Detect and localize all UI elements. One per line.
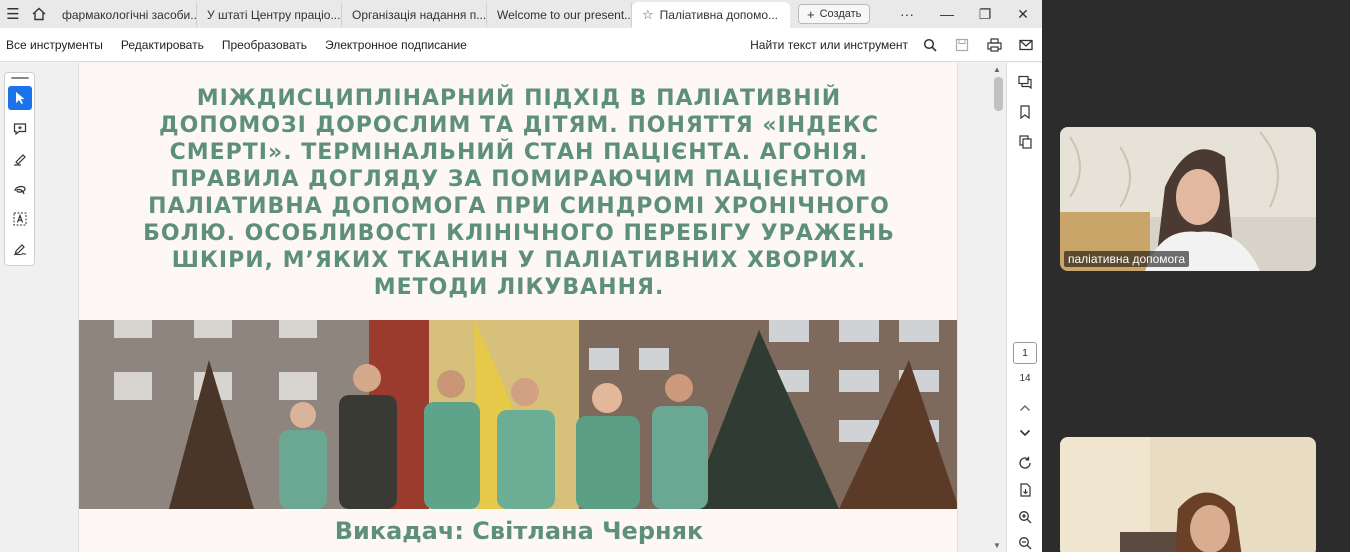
menu-icon[interactable]: ☰ bbox=[0, 0, 26, 28]
chevron-up-icon[interactable] bbox=[1015, 398, 1035, 418]
vertical-scrollbar[interactable]: ▲ ▼ bbox=[990, 63, 1006, 552]
minimize-icon[interactable]: — bbox=[928, 0, 966, 28]
title-line: МІЖДИСЦИПЛІНАРНИЙ ПІДХІД В ПАЛІАТИВНІЙ bbox=[196, 86, 842, 111]
title-line: БОЛЮ. ОСОБЛИВОСТІ КЛІНІЧНОГО ПЕРЕБІГУ УР… bbox=[143, 221, 895, 246]
zoom-in-icon[interactable] bbox=[1015, 507, 1035, 527]
bookmark-icon[interactable] bbox=[1015, 102, 1035, 122]
zoom-out-icon[interactable] bbox=[1015, 533, 1035, 552]
tab-label: Welcome to our present... bbox=[497, 8, 632, 22]
print-icon[interactable] bbox=[978, 28, 1010, 62]
tab-label: Паліативна допомо... bbox=[659, 8, 779, 22]
copy-pages-icon[interactable] bbox=[1015, 132, 1035, 152]
tab-bar: ☰ фармакологічні засоби... У штаті Центр… bbox=[0, 0, 1042, 28]
quick-tools-strip bbox=[4, 72, 35, 266]
comment-icon[interactable] bbox=[8, 117, 32, 141]
scroll-thumb[interactable] bbox=[994, 77, 1003, 111]
pdf-page: МІЖДИСЦИПЛІНАРНИЙ ПІДХІД В ПАЛІАТИВНІЙ Д… bbox=[78, 63, 958, 552]
lecturer-name: Викадач: Світлана Черняк bbox=[334, 517, 704, 545]
new-tab-button[interactable]: + Создать bbox=[798, 4, 871, 24]
restore-icon[interactable]: ❐ bbox=[966, 0, 1004, 28]
menu-all-tools[interactable]: Все инструменты bbox=[6, 38, 103, 52]
participant-video-1[interactable]: паліативна допомога bbox=[1060, 127, 1316, 271]
document-title: МІЖДИСЦИПЛІНАРНИЙ ПІДХІД В ПАЛІАТИВНІЙ Д… bbox=[99, 85, 939, 301]
refresh-icon[interactable] bbox=[1015, 453, 1035, 473]
page-save-icon[interactable] bbox=[1015, 480, 1035, 500]
home-icon[interactable] bbox=[26, 0, 52, 28]
more-icon[interactable]: ··· bbox=[888, 0, 926, 28]
select-cursor-icon[interactable] bbox=[8, 86, 32, 110]
find-tool-button[interactable]: Найти текст или инструмент bbox=[750, 38, 908, 52]
text-box-icon[interactable] bbox=[8, 207, 32, 231]
total-pages: 14 bbox=[1019, 373, 1031, 384]
title-line: ШКІРИ, М’ЯКИХ ТКАНИН У ПАЛІАТИВНИХ ХВОРИ… bbox=[171, 248, 867, 273]
browser-window: ☰ фармакологічні засоби... У штаті Центр… bbox=[0, 0, 1042, 552]
sign-icon[interactable] bbox=[8, 237, 32, 261]
chevron-down-icon[interactable] bbox=[1015, 423, 1035, 443]
mail-icon[interactable] bbox=[1010, 28, 1042, 62]
current-page-input[interactable]: 1 bbox=[1013, 342, 1037, 364]
highlight-pen-icon[interactable] bbox=[8, 147, 32, 171]
menu-convert[interactable]: Преобразовать bbox=[222, 38, 307, 52]
freehand-draw-icon[interactable] bbox=[8, 177, 32, 201]
menu-e-sign[interactable]: Электронное подписание bbox=[325, 38, 467, 52]
plus-icon: + bbox=[807, 6, 815, 22]
participant-video-2[interactable] bbox=[1060, 437, 1316, 552]
comments-panel-icon[interactable] bbox=[1015, 72, 1035, 92]
tab-label: Організація надання п... bbox=[352, 8, 487, 22]
scroll-down-icon[interactable]: ▼ bbox=[993, 541, 1001, 550]
scroll-up-icon[interactable]: ▲ bbox=[993, 65, 1001, 74]
drag-handle[interactable] bbox=[11, 77, 29, 79]
title-line: ДОПОМОЗІ ДОРОСЛИМ ТА ДІТЯМ. ПОНЯТТЯ «ІНД… bbox=[159, 113, 879, 138]
title-line: ПРАВИЛА ДОГЛЯДУ ЗА ПОМИРАЮЧИМ ПАЦІЄНТОМ bbox=[170, 167, 868, 192]
save-icon[interactable] bbox=[946, 28, 978, 62]
star-icon[interactable]: ☆ bbox=[642, 7, 654, 23]
tab-2[interactable]: У штаті Центру праціо... bbox=[197, 3, 342, 27]
tab-3[interactable]: Організація надання п... bbox=[342, 3, 487, 27]
tab-5-active[interactable]: ☆ Паліативна допомо... ✕ bbox=[632, 2, 790, 28]
tab-label: У штаті Центру праціо... bbox=[207, 8, 341, 22]
tab-label: фармакологічні засоби... bbox=[62, 8, 197, 22]
title-line: ПАЛІАТИВНА ДОПОМОГА ПРИ СИНДРОМІ ХРОНІЧН… bbox=[148, 194, 890, 219]
pdf-toolbar: Все инструменты Редактировать Преобразов… bbox=[0, 28, 1042, 62]
participant-name-label: паліативна допомога bbox=[1064, 251, 1190, 267]
right-tools-panel: 1 14 bbox=[1006, 63, 1042, 552]
new-tab-label: Создать bbox=[819, 8, 862, 20]
menu-edit[interactable]: Редактировать bbox=[121, 38, 204, 52]
title-line: СМЕРТІ». ТЕРМІНАЛЬНИЙ СТАН ПАЦІЄНТА. АГО… bbox=[169, 140, 869, 165]
search-icon[interactable] bbox=[914, 28, 946, 62]
team-photo bbox=[79, 320, 957, 509]
tab-4[interactable]: Welcome to our present... bbox=[487, 3, 632, 27]
window-close-icon[interactable]: ✕ bbox=[1004, 0, 1042, 28]
tab-1[interactable]: фармакологічні засоби... bbox=[52, 3, 197, 27]
title-line: МЕТОДИ ЛІКУВАННЯ. bbox=[373, 275, 665, 300]
